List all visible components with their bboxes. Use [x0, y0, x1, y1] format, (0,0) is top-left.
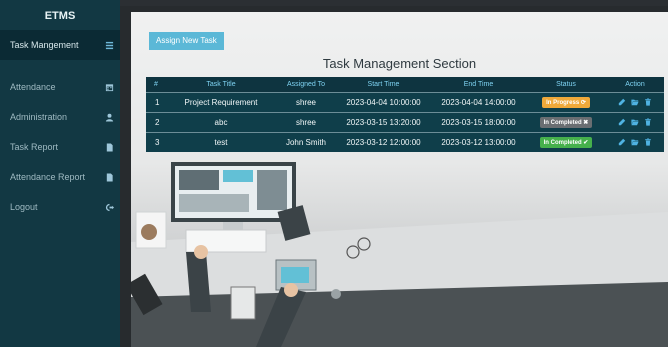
column-header-assigned: Assigned To [286, 80, 325, 88]
row-number: 1 [155, 97, 160, 107]
trash-icon[interactable] [644, 138, 652, 146]
start-time: 2023-04-04 10:00:00 [346, 97, 421, 107]
sidebar-item-attendance[interactable]: Attendance [0, 72, 120, 102]
sidebar-item-administration[interactable]: Administration [0, 102, 120, 132]
list-icon [104, 40, 114, 50]
folder-open-icon[interactable] [631, 118, 639, 126]
folder-open-icon[interactable] [631, 138, 639, 146]
status-badge: In Completed ✖ [539, 116, 593, 128]
sidebar-item-label: Task Mangement [10, 40, 79, 50]
row-number: 2 [155, 117, 160, 127]
status-cell: In Completed ✖ [526, 112, 606, 132]
sidebar-item-attendance-report[interactable]: Attendance Report [0, 162, 120, 192]
task-title: test [214, 137, 228, 147]
assigned-to: shree [295, 117, 316, 127]
status-badge: In Completed ✔ [539, 136, 593, 148]
start-time: 2023-03-12 12:00:00 [346, 137, 421, 147]
sidebar-item-logout[interactable]: Logout [0, 192, 120, 222]
status-cell: In Completed ✔ [526, 132, 606, 152]
status-badge: In Progress ⟳ [542, 96, 590, 108]
sidebar-item-label: Attendance Report [10, 172, 86, 182]
table-row: 3 test John Smith 2023-03-12 12:00:00 20… [146, 132, 664, 152]
end-time: 2023-04-04 14:00:00 [441, 97, 516, 107]
column-header-title: Task Title [206, 80, 236, 88]
action-cell [606, 112, 664, 132]
top-strip [120, 0, 668, 6]
sidebar-item-label: Attendance [10, 82, 56, 92]
edit-icon[interactable] [618, 118, 626, 126]
calendar-icon [104, 82, 114, 92]
table-header-row: # Task Title Assigned To Start Time End … [146, 77, 664, 92]
file-icon [104, 172, 114, 182]
assigned-to: John Smith [285, 137, 327, 147]
main-area: Assign New Task Task Management Section … [120, 0, 668, 347]
table-row: 2 abc shree 2023-03-15 13:20:00 2023-03-… [146, 112, 664, 132]
action-cell [606, 92, 664, 112]
sidebar: ETMS Task Mangement Attendance Administr… [0, 0, 120, 347]
end-time: 2023-03-12 13:00:00 [441, 137, 516, 147]
section-title: Task Management Section [322, 56, 477, 71]
trash-icon[interactable] [644, 98, 652, 106]
trash-icon[interactable] [644, 118, 652, 126]
action-cell [606, 132, 664, 152]
column-header-num: # [154, 80, 158, 88]
column-header-start: Start Time [367, 80, 400, 88]
column-header-status: Status [556, 80, 576, 88]
status-cell: In Progress ⟳ [526, 92, 606, 112]
task-table: # Task Title Assigned To Start Time End … [146, 77, 664, 152]
edit-icon[interactable] [618, 138, 626, 146]
sidebar-item-label: Administration [10, 112, 68, 122]
start-time: 2023-03-15 13:20:00 [346, 117, 421, 127]
sidebar-item-label: Logout [10, 202, 38, 212]
assigned-to: shree [295, 97, 316, 107]
user-icon [104, 112, 114, 122]
task-title: abc [214, 117, 228, 127]
logout-icon [104, 202, 114, 212]
task-title: Project Requirement [184, 97, 258, 107]
row-number: 3 [155, 137, 160, 147]
content-panel: Assign New Task Task Management Section … [131, 12, 668, 347]
column-header-action: Action [625, 80, 645, 88]
table-row: 1 Project Requirement shree 2023-04-04 1… [146, 92, 664, 112]
file-icon [104, 142, 114, 152]
edit-icon[interactable] [618, 98, 626, 106]
end-time: 2023-03-15 18:00:00 [441, 117, 516, 127]
column-header-end: End Time [463, 80, 494, 88]
folder-open-icon[interactable] [631, 98, 639, 106]
assign-new-task-button[interactable]: Assign New Task [149, 32, 224, 50]
brand-title: ETMS [44, 10, 76, 22]
sidebar-item-label: Task Report [10, 142, 59, 152]
sidebar-item-task-management[interactable]: Task Mangement [0, 30, 120, 60]
sidebar-item-task-report[interactable]: Task Report [0, 132, 120, 162]
